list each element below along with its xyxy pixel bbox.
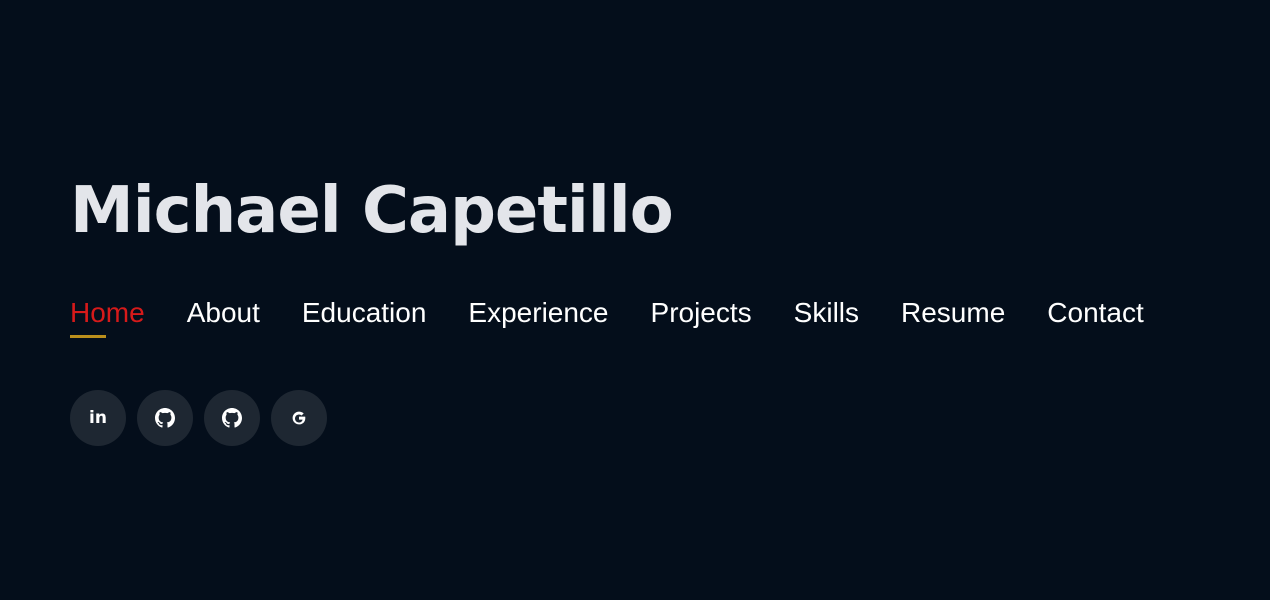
nav-about-link[interactable]: About	[187, 296, 260, 330]
nav-projects-label: Projects	[650, 297, 752, 328]
github-icon	[222, 408, 242, 428]
site-owner-name: Michael Capetillo	[70, 174, 674, 248]
nav-home-label: Home	[70, 297, 145, 328]
github-icon	[155, 408, 175, 428]
main-nav: Home About Education Experience Projects…	[70, 296, 1144, 344]
nav-skills-link[interactable]: Skills	[794, 296, 859, 330]
nav-resume-label: Resume	[901, 297, 1006, 328]
linkedin-button[interactable]: in	[70, 390, 126, 446]
nav-experience-label: Experience	[468, 297, 609, 328]
google-icon	[290, 409, 308, 427]
nav-experience-link[interactable]: Experience	[468, 296, 608, 330]
social-links: in	[70, 390, 327, 446]
nav-contact-label: Contact	[1047, 297, 1144, 328]
nav-skills-label: Skills	[793, 297, 860, 328]
nav-home-link[interactable]: Home	[70, 296, 145, 338]
nav-about-label: About	[186, 297, 260, 328]
google-button[interactable]	[271, 390, 327, 446]
nav-projects-link[interactable]: Projects	[651, 296, 752, 330]
linkedin-icon: in	[89, 407, 107, 428]
github-button[interactable]	[137, 390, 193, 446]
nav-education-label: Education	[301, 297, 427, 328]
nav-education-link[interactable]: Education	[302, 296, 427, 330]
active-nav-underline	[70, 335, 106, 338]
github-button-2[interactable]	[204, 390, 260, 446]
page: Michael Capetillo Home About Education E…	[0, 0, 1270, 600]
nav-resume-link[interactable]: Resume	[901, 296, 1005, 330]
nav-contact-link[interactable]: Contact	[1047, 296, 1144, 330]
